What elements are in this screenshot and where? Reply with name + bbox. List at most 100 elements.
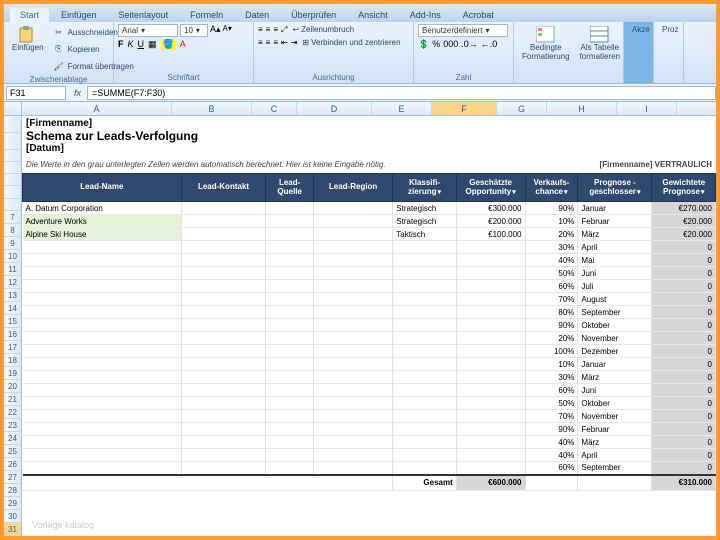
fill-color-button[interactable]: 🪣	[161, 39, 176, 50]
row-header-24[interactable]: 24	[4, 432, 21, 445]
indent-dec-icon[interactable]: ⇤	[281, 38, 288, 47]
percent-icon[interactable]: %	[432, 39, 440, 50]
bold-button[interactable]: F	[118, 39, 124, 50]
table-header[interactable]: Prognose - geschlosser▾	[578, 174, 652, 202]
paste-button[interactable]: Einfügen	[8, 24, 48, 55]
row-header-10[interactable]: 10	[4, 250, 21, 263]
font-color-button[interactable]: A	[180, 39, 186, 50]
col-header-C[interactable]: C	[252, 102, 297, 115]
accept-button[interactable]: Akze	[628, 24, 654, 37]
table-row[interactable]: 80%September0	[23, 306, 716, 319]
row-header-8[interactable]: 8	[4, 224, 21, 237]
row-header-15[interactable]: 15	[4, 315, 21, 328]
table-row[interactable]: 90%Februar0	[23, 423, 716, 436]
align-left-icon[interactable]: ≡	[258, 38, 263, 47]
row-header-26[interactable]: 26	[4, 458, 21, 471]
filter-icon[interactable]: ▾	[512, 189, 516, 196]
table-row[interactable]: 30%März0	[23, 371, 716, 384]
cells-area[interactable]: [Firmenname] Schema zur Leads-Verfolgung…	[22, 116, 716, 536]
align-middle-icon[interactable]: ≡	[266, 25, 271, 34]
table-row[interactable]: 70%August0	[23, 293, 716, 306]
table-row[interactable]: Alpine Ski HouseTaktisch€100.00020%März€…	[23, 228, 716, 241]
table-row[interactable]: 50%Oktober0	[23, 397, 716, 410]
filter-icon[interactable]: ▾	[437, 189, 441, 196]
table-row[interactable]: 60%Juni0	[23, 384, 716, 397]
merge-button[interactable]: ⊞Verbinden und zentrieren	[300, 37, 402, 48]
table-row[interactable]: 20%November0	[23, 332, 716, 345]
table-header[interactable]: Lead-Quelle	[266, 174, 314, 202]
col-header-H[interactable]: H	[547, 102, 617, 115]
table-header[interactable]: Lead-Kontakt	[181, 174, 266, 202]
grow-font-icon[interactable]: A▴	[210, 24, 221, 37]
row-header-29[interactable]: 29	[4, 497, 21, 510]
tab-überprüfen[interactable]: Überprüfen	[281, 8, 346, 22]
tab-acrobat[interactable]: Acrobat	[453, 8, 504, 22]
table-row[interactable]: 40%März0	[23, 436, 716, 449]
row-header-19[interactable]: 19	[4, 367, 21, 380]
table-row[interactable]: 10%Januar0	[23, 358, 716, 371]
tab-daten[interactable]: Daten	[235, 8, 279, 22]
table-header[interactable]: Gewichtete Prognose▾	[652, 174, 716, 202]
orientation-icon[interactable]: ⤢	[281, 25, 287, 35]
row-header-23[interactable]: 23	[4, 419, 21, 432]
row-header-28[interactable]: 28	[4, 484, 21, 497]
row-header-12[interactable]: 12	[4, 276, 21, 289]
row-header-22[interactable]: 22	[4, 406, 21, 419]
row-header-13[interactable]: 13	[4, 289, 21, 302]
row-header-25[interactable]: 25	[4, 445, 21, 458]
tab-ansicht[interactable]: Ansicht	[348, 8, 398, 22]
table-header[interactable]: Geschätzte Opportunity▾	[456, 174, 525, 202]
format-as-table-button[interactable]: Als Tabelle formatieren	[576, 24, 624, 64]
table-header[interactable]: Klassifi-zierung▾	[393, 174, 456, 202]
row-header-17[interactable]: 17	[4, 341, 21, 354]
currency-icon[interactable]: 💲	[418, 39, 429, 50]
align-bottom-icon[interactable]: ≡	[273, 25, 278, 34]
col-header-D[interactable]: D	[297, 102, 372, 115]
border-button[interactable]: ▦	[148, 39, 157, 50]
col-header-I[interactable]: I	[617, 102, 677, 115]
table-header[interactable]: Lead-Name	[23, 174, 182, 202]
table-row[interactable]: 30%April0	[23, 241, 716, 254]
row-header-16[interactable]: 16	[4, 328, 21, 341]
table-row[interactable]: 70%November0	[23, 410, 716, 423]
row-header-31[interactable]: 31	[4, 523, 21, 536]
table-header[interactable]: Lead-Region	[313, 174, 392, 202]
proz-button[interactable]: Proz	[658, 24, 682, 37]
table-row[interactable]: 60%September0	[23, 462, 716, 475]
col-header-G[interactable]: G	[497, 102, 547, 115]
col-header-E[interactable]: E	[372, 102, 432, 115]
table-row[interactable]: 100%Dezember0	[23, 345, 716, 358]
formula-input[interactable]: =SUMME(F7:F30)	[87, 86, 716, 100]
align-right-icon[interactable]: ≡	[273, 38, 278, 47]
fx-icon[interactable]: fx	[68, 88, 87, 98]
row-header-11[interactable]: 11	[4, 263, 21, 276]
comma-icon[interactable]: 000	[443, 39, 458, 50]
row-header-21[interactable]: 21	[4, 393, 21, 406]
tab-einfügen[interactable]: Einfügen	[51, 8, 107, 22]
row-header-7[interactable]: 7	[4, 211, 21, 224]
underline-button[interactable]: U	[138, 39, 145, 50]
row-header-9[interactable]: 9	[4, 237, 21, 250]
select-all-corner[interactable]	[4, 102, 22, 115]
col-header-F[interactable]: F	[432, 102, 497, 115]
table-row[interactable]: 60%Juli0	[23, 280, 716, 293]
row-header-20[interactable]: 20	[4, 380, 21, 393]
italic-button[interactable]: K	[128, 39, 134, 50]
row-header-30[interactable]: 30	[4, 510, 21, 523]
table-row[interactable]: 40%April0	[23, 449, 716, 462]
filter-icon[interactable]: ▾	[637, 189, 641, 196]
table-row[interactable]: 50%Juni0	[23, 267, 716, 280]
table-header[interactable]: Verkaufs-chance▾	[525, 174, 578, 202]
filter-icon[interactable]: ▾	[564, 189, 568, 196]
table-row[interactable]: 90%Oktober0	[23, 319, 716, 332]
indent-inc-icon[interactable]: ⇥	[291, 38, 298, 47]
col-header-B[interactable]: B	[172, 102, 252, 115]
wrap-text-button[interactable]: ↩Zeilenumbruch	[290, 24, 356, 35]
name-box[interactable]: F31	[6, 86, 66, 100]
align-top-icon[interactable]: ≡	[258, 25, 263, 34]
filter-icon[interactable]: ▾	[701, 189, 705, 196]
row-header-18[interactable]: 18	[4, 354, 21, 367]
table-row[interactable]: Adventure WorksStrategisch€200.00010%Feb…	[23, 215, 716, 228]
tab-seitenlayout[interactable]: Seitenlayout	[109, 8, 179, 22]
number-format-dropdown[interactable]: Benutzerdefiniert▾	[418, 24, 508, 37]
